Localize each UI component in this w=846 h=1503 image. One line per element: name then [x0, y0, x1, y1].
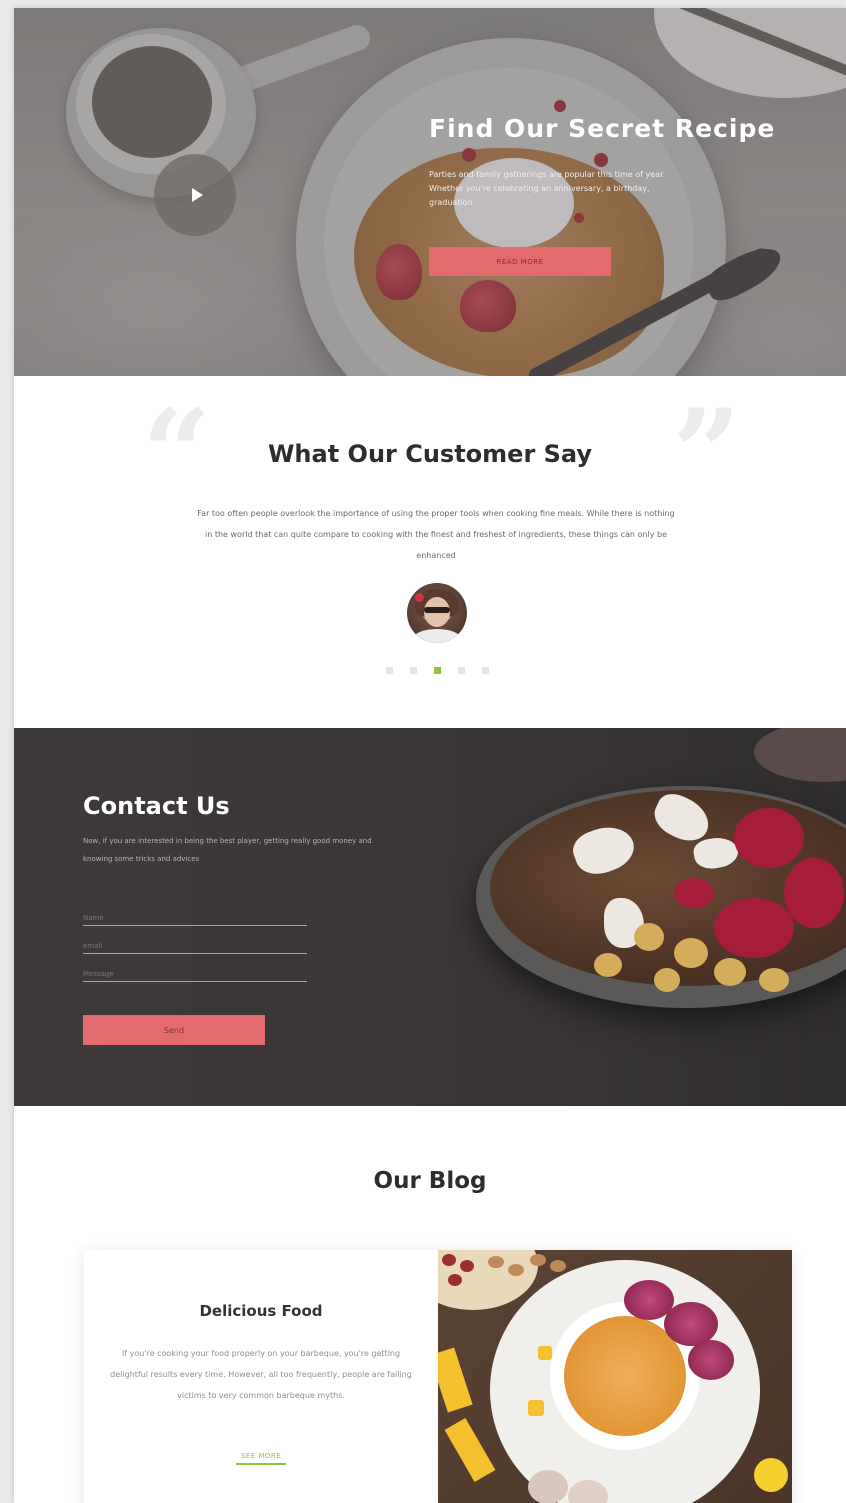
blog-card-image: [438, 1250, 792, 1503]
message-field[interactable]: [83, 966, 307, 982]
contact-title: Contact Us: [83, 792, 230, 820]
blog-card-title: Delicious Food: [199, 1302, 323, 1320]
play-icon: [191, 188, 203, 202]
page: Find Our Secret Recipe Parties and famil…: [14, 8, 846, 1503]
slider-dot[interactable]: [386, 667, 393, 674]
testimonial-text: Far too often people overlook the import…: [197, 509, 675, 560]
contact-section: Contact Us Now, if you are interested in…: [14, 728, 846, 1106]
send-button[interactable]: Send: [83, 1015, 265, 1045]
customer-avatar: [407, 583, 467, 643]
play-video-button[interactable]: [154, 154, 236, 236]
hero-title: Find Our Secret Recipe: [429, 114, 776, 143]
testimonial-title: What Our Customer Say: [267, 440, 593, 468]
slider-dots: [386, 667, 489, 674]
slider-dot[interactable]: [458, 667, 465, 674]
slider-dot-active[interactable]: [434, 667, 441, 674]
hero-section: Find Our Secret Recipe Parties and famil…: [14, 8, 846, 376]
read-more-button[interactable]: READ MORE: [429, 247, 611, 276]
blog-title: Our Blog: [373, 1168, 487, 1194]
bowl-corner-image: [754, 728, 846, 782]
blog-card: Delicious Food If you're cooking your fo…: [84, 1250, 792, 1503]
contact-description: Now, if you are interested in being the …: [83, 837, 372, 864]
see-more-link[interactable]: SEE MORE: [236, 1452, 286, 1465]
blog-card-text: If you're cooking your food properly on …: [110, 1349, 412, 1400]
blog-section: Our Blog Delicious Food If you're cookin…: [14, 1106, 846, 1503]
slider-dot[interactable]: [482, 667, 489, 674]
hero-description: Parties and family gatherings are popula…: [429, 170, 666, 207]
slider-dot[interactable]: [410, 667, 417, 674]
email-field[interactable]: [83, 938, 307, 954]
name-field[interactable]: [83, 910, 307, 926]
testimonial-section: “ ” What Our Customer Say Far too often …: [14, 376, 846, 728]
